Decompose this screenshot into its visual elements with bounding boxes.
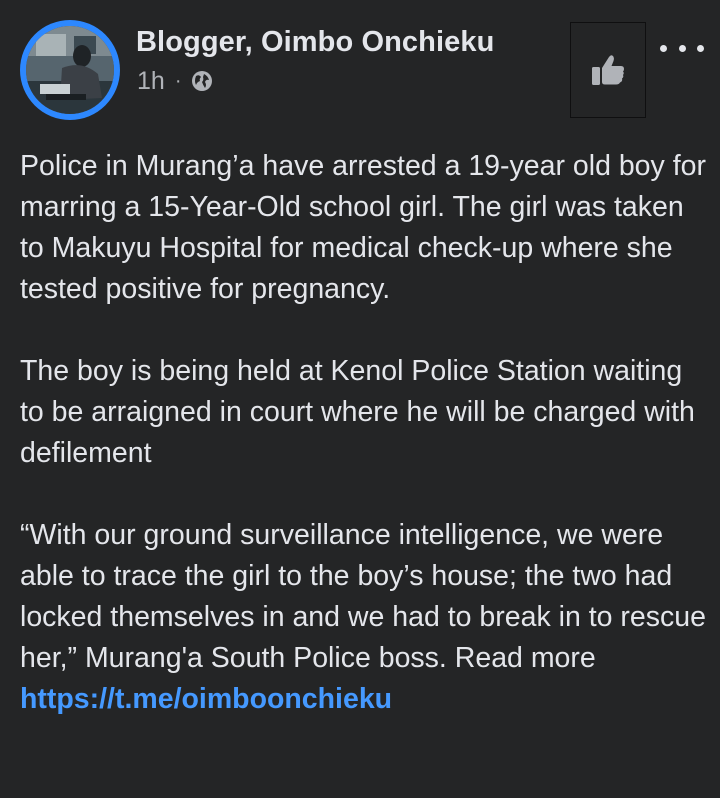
author-name[interactable]: Blogger, Oimbo Onchieku	[136, 26, 494, 59]
meta-separator: ·	[174, 69, 182, 92]
more-options-button[interactable]	[660, 38, 704, 58]
telegram-link[interactable]: https://t.me/oimboonchieku	[20, 683, 392, 715]
more-dot	[678, 44, 686, 52]
post-paragraph: Police in Murang’a have arrested a 19-ye…	[20, 150, 706, 305]
more-dot	[660, 44, 667, 52]
post-header: Blogger, Oimbo Onchieku 1h ·	[0, 0, 720, 130]
post-paragraph-with-link: “With our ground surveillance intelligen…	[20, 515, 710, 720]
post-paragraph-text: “With our ground surveillance intelligen…	[20, 519, 706, 674]
globe-icon	[191, 70, 213, 92]
post-body: Police in Murang’a have arrested a 19-ye…	[20, 146, 710, 761]
avatar-image	[26, 26, 114, 114]
post-paragraph: The boy is being held at Kenol Police St…	[20, 355, 695, 469]
thumbs-up-icon	[592, 55, 624, 85]
post-time[interactable]: 1h	[137, 67, 165, 96]
avatar[interactable]	[20, 20, 120, 120]
more-dot	[697, 44, 704, 52]
like-button[interactable]	[570, 22, 646, 118]
post-meta: 1h ·	[137, 66, 213, 96]
